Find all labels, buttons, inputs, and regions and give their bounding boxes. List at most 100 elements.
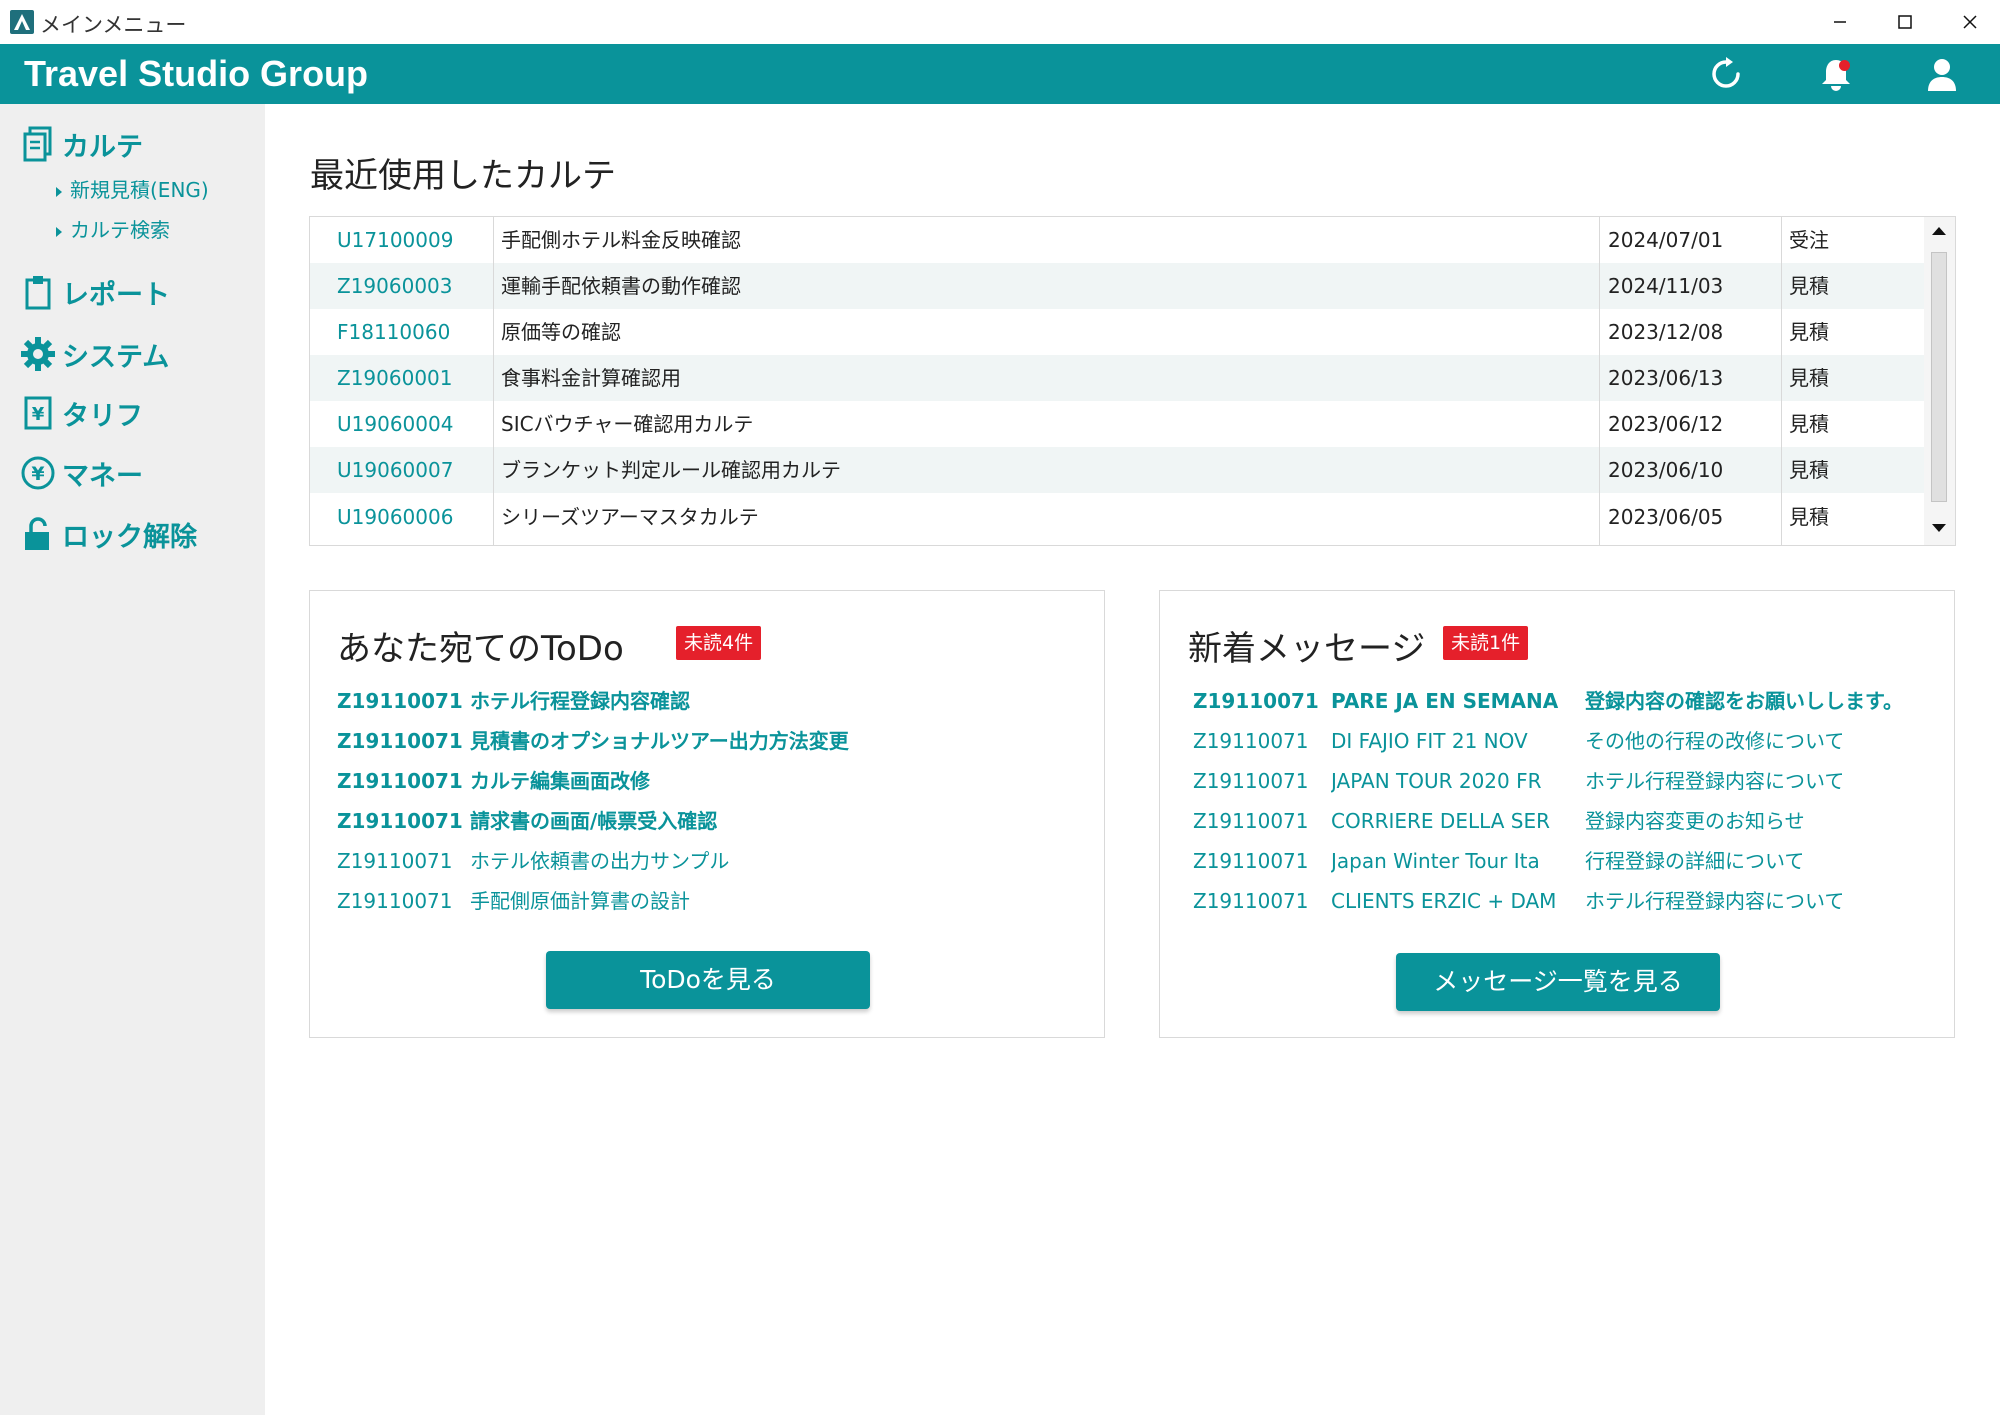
todo-item-id: Z19110071 bbox=[337, 889, 453, 913]
karte-status: 見積 bbox=[1789, 366, 1829, 390]
todo-item[interactable]: Z19110071 請求書の画面/帳票受入確認 bbox=[337, 801, 1097, 841]
karte-status: 見積 bbox=[1789, 320, 1829, 344]
karte-id-link[interactable]: U19060004 bbox=[337, 401, 453, 447]
message-list: Z19110071 PARE JA EN SEMANA 登録内容の確認をお願いししま… bbox=[1193, 681, 1953, 921]
sidebar-item-system[interactable]: システム bbox=[18, 332, 169, 376]
todo-item[interactable]: Z19110071 ホテル依頼書の出力サンプル bbox=[337, 841, 1097, 881]
view-todo-button[interactable]: ToDoを見る bbox=[546, 951, 870, 1009]
karte-date: 2023/06/13 bbox=[1608, 366, 1724, 390]
karte-title: シリーズツアーマスタカルテ bbox=[501, 505, 759, 529]
table-row[interactable]: F18110060 原価等の確認 2023/12/08 見積 bbox=[310, 309, 1924, 355]
maximize-button[interactable] bbox=[1875, 0, 1935, 44]
table-row[interactable]: U19060007 ブランケット判定ルール確認用カルテ 2023/06/10 見… bbox=[310, 447, 1924, 493]
todo-item-text: カルテ編集画面改修 bbox=[470, 769, 650, 793]
karte-date: 2024/11/03 bbox=[1608, 274, 1724, 298]
karte-title: 原価等の確認 bbox=[501, 320, 621, 344]
message-subject: Japan Winter Tour Ita bbox=[1331, 849, 1540, 873]
todo-item-text: 請求書の画面/帳票受入確認 bbox=[470, 809, 718, 833]
karte-title: SICバウチャー確認用カルテ bbox=[501, 412, 754, 436]
sidebar-item-label: ロック解除 bbox=[62, 521, 197, 553]
sidebar-item-money[interactable]: ¥ マネー bbox=[18, 451, 143, 495]
todo-item-id: Z19110071 bbox=[337, 809, 463, 833]
message-subject: CLIENTS ERZIC + DAM bbox=[1331, 889, 1557, 913]
karte-id-link[interactable]: U19060007 bbox=[337, 447, 453, 493]
sidebar-subitem-karte-search[interactable]: カルテ検索 bbox=[56, 214, 170, 243]
karte-date: 2023/06/05 bbox=[1608, 505, 1724, 529]
message-item[interactable]: Z19110071 CLIENTS ERZIC + DAM ホテル行程登録内容につい… bbox=[1193, 881, 1953, 921]
message-item[interactable]: Z19110071 Japan Winter Tour Ita 行程登録の詳細につい… bbox=[1193, 841, 1953, 881]
bell-icon[interactable] bbox=[1814, 52, 1858, 96]
todo-item-text: 手配側原価計算書の設計 bbox=[470, 889, 690, 913]
svg-text:¥: ¥ bbox=[32, 404, 45, 425]
karte-id-link[interactable]: F18110060 bbox=[337, 309, 450, 355]
scroll-thumb[interactable] bbox=[1931, 252, 1947, 502]
message-subject: CORRIERE DELLA SER bbox=[1331, 809, 1550, 833]
todo-item-id: Z19110071 bbox=[337, 769, 463, 793]
message-item[interactable]: Z19110071 JAPAN TOUR 2020 FR ホテル行程登録内容について bbox=[1193, 761, 1953, 801]
message-id: Z19110071 bbox=[1193, 769, 1309, 793]
message-body: 行程登録の詳細について bbox=[1585, 849, 1805, 873]
karte-id-link[interactable]: Z19060003 bbox=[337, 263, 453, 309]
message-id: Z19110071 bbox=[1193, 729, 1309, 753]
sidebar-item-report[interactable]: レポート bbox=[18, 270, 170, 314]
view-messages-button[interactable]: メッセージ一覧を見る bbox=[1396, 953, 1720, 1011]
message-body: その他の行程の改修について bbox=[1585, 729, 1845, 753]
karte-status: 受注 bbox=[1789, 228, 1829, 252]
todo-item[interactable]: Z19110071 見積書のオプショナルツアー出力方法変更 bbox=[337, 721, 1097, 761]
karte-title: 食事料金計算確認用 bbox=[501, 366, 681, 390]
table-row[interactable]: U19060006 シリーズツアーマスタカルテ 2023/06/05 見積 bbox=[310, 494, 1924, 540]
todo-item[interactable]: Z19110071 手配側原価計算書の設計 bbox=[337, 881, 1097, 921]
document-icon bbox=[18, 124, 58, 164]
table-row[interactable]: Z19060001 食事料金計算確認用 2023/06/13 見積 bbox=[310, 355, 1924, 401]
karte-id-link[interactable]: U17100009 bbox=[337, 217, 453, 263]
scroll-down-arrow-icon[interactable] bbox=[1932, 524, 1946, 532]
sidebar-subitem-label: カルテ検索 bbox=[70, 218, 170, 242]
messages-panel: 新着メッセージ 未読1件 Z19110071 PARE JA EN SEMANA 登… bbox=[1159, 590, 1955, 1038]
message-body: 登録内容の確認をお願いしします。 bbox=[1585, 689, 1903, 713]
message-item[interactable]: Z19110071 PARE JA EN SEMANA 登録内容の確認をお願いししま… bbox=[1193, 681, 1953, 721]
close-button[interactable] bbox=[1940, 0, 2000, 44]
user-icon[interactable] bbox=[1920, 52, 1964, 96]
karte-date: 2023/12/08 bbox=[1608, 320, 1724, 344]
unread-badge: 未読1件 bbox=[1443, 626, 1529, 660]
todo-item-id: Z19110071 bbox=[337, 729, 463, 753]
todo-title: あなた宛てのToDo bbox=[337, 629, 624, 669]
table-scrollbar[interactable] bbox=[1924, 217, 1955, 545]
messages-title: 新着メッセージ bbox=[1188, 629, 1426, 669]
karte-title: 手配側ホテル料金反映確認 bbox=[501, 228, 741, 252]
unlock-icon bbox=[18, 514, 58, 554]
message-body: ホテル行程登録内容について bbox=[1585, 889, 1845, 913]
karte-date: 2024/07/01 bbox=[1608, 228, 1724, 252]
window-titlebar: メインメニュー bbox=[0, 0, 2000, 44]
todo-item[interactable]: Z19110071 カルテ編集画面改修 bbox=[337, 761, 1097, 801]
message-subject: JAPAN TOUR 2020 FR bbox=[1331, 769, 1542, 793]
sidebar-subitem-new-estimate[interactable]: 新規見積(ENG) bbox=[56, 174, 209, 203]
message-item[interactable]: Z19110071 DI FAJIO FIT 21 NOV その他の行程の改修につい… bbox=[1193, 721, 1953, 761]
sidebar-item-label: システム bbox=[62, 341, 170, 373]
minimize-button[interactable] bbox=[1810, 0, 1870, 44]
message-id: Z19110071 bbox=[1193, 889, 1309, 913]
message-item[interactable]: Z19110071 CORRIERE DELLA SER 登録内容変更のお知らせ bbox=[1193, 801, 1953, 841]
message-id: Z19110071 bbox=[1193, 809, 1309, 833]
triangle-right-icon bbox=[56, 186, 62, 197]
karte-id-link[interactable]: U19060006 bbox=[337, 494, 453, 540]
sidebar-item-label: マネー bbox=[62, 460, 143, 492]
table-row[interactable]: U19060004 SICバウチャー確認用カルテ 2023/06/12 見積 bbox=[310, 401, 1924, 447]
triangle-right-icon bbox=[56, 226, 62, 237]
scroll-up-arrow-icon[interactable] bbox=[1932, 227, 1946, 235]
karte-title: ブランケット判定ルール確認用カルテ bbox=[501, 458, 841, 482]
todo-list: Z19110071 ホテル行程登録内容確認 Z19110071 見積書のオプショナル… bbox=[337, 681, 1097, 921]
todo-item[interactable]: Z19110071 ホテル行程登録内容確認 bbox=[337, 681, 1097, 721]
column-divider bbox=[1599, 217, 1600, 545]
sidebar-item-unlock[interactable]: ロック解除 bbox=[18, 512, 197, 556]
refresh-icon[interactable] bbox=[1704, 52, 1748, 96]
sidebar-item-tariff[interactable]: ¥ タリフ bbox=[18, 391, 143, 435]
sidebar-item-karte[interactable]: カルテ bbox=[18, 122, 143, 166]
table-row[interactable]: Z19060003 運輸手配依頼書の動作確認 2024/11/03 見積 bbox=[310, 263, 1924, 309]
todo-item-text: ホテル行程登録内容確認 bbox=[470, 689, 690, 713]
karte-id-link[interactable]: Z19060001 bbox=[337, 355, 453, 401]
todo-item-text: 見積書のオプショナルツアー出力方法変更 bbox=[470, 729, 849, 753]
message-id: Z19110071 bbox=[1193, 849, 1309, 873]
app-header: Travel Studio Group bbox=[0, 44, 2000, 104]
table-row[interactable]: U17100009 手配側ホテル料金反映確認 2024/07/01 受注 bbox=[310, 217, 1924, 263]
